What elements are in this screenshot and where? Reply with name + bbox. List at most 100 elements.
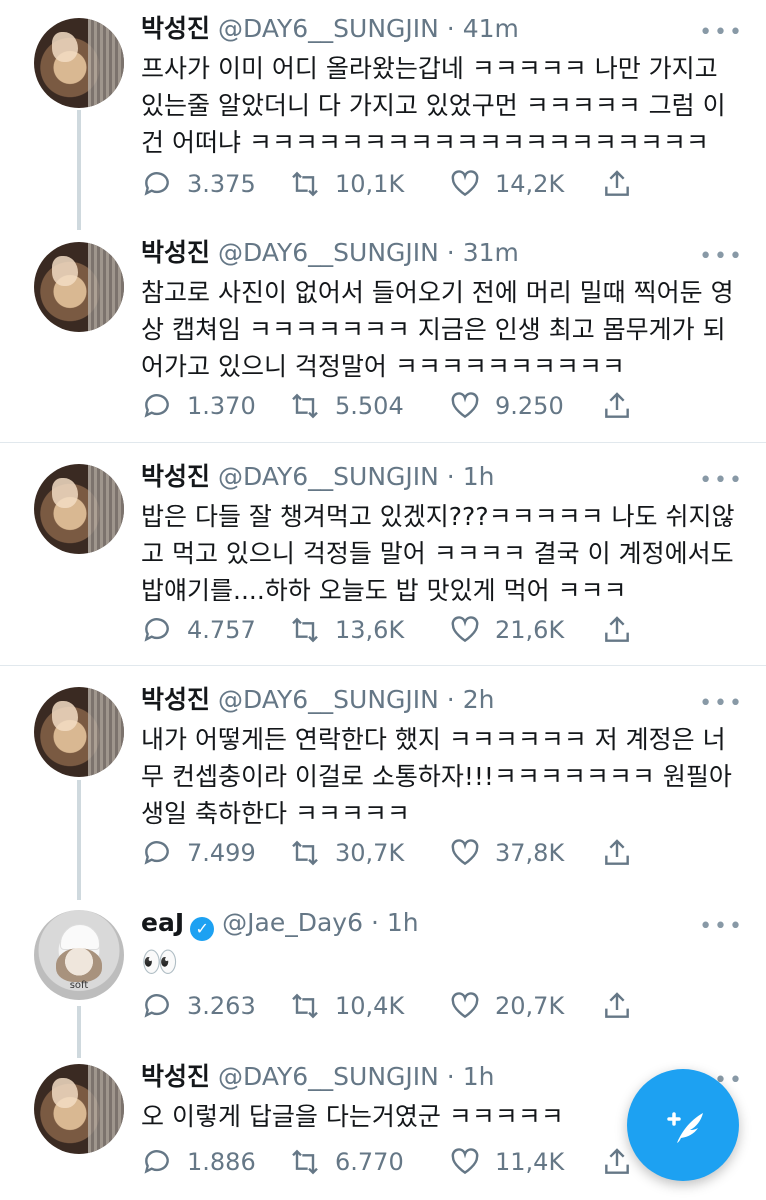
tweet[interactable]: 박성진 @DAY6__SUNGJIN · 2h ••• 내가 어떻게든 연락한다 … xyxy=(0,685,766,885)
display-name[interactable]: 박성진 xyxy=(141,14,210,43)
like-button[interactable]: 11,4K xyxy=(449,1144,564,1180)
like-icon xyxy=(451,839,479,866)
reply-button[interactable]: 3.375 xyxy=(141,166,256,202)
reply-button[interactable]: 1.886 xyxy=(141,1144,256,1180)
like-button[interactable]: 14,2K xyxy=(449,166,564,202)
tweet-text: 👀 xyxy=(141,945,179,980)
avatar[interactable]: soft xyxy=(34,910,124,1000)
reply-icon xyxy=(144,172,169,196)
share-icon xyxy=(605,1148,629,1174)
retweet-count: 13,6K xyxy=(335,616,405,644)
retweet-button[interactable]: 10,4K xyxy=(289,988,404,1024)
like-button[interactable]: 9.250 xyxy=(449,388,564,424)
like-icon xyxy=(451,616,479,643)
reply-count: 3.263 xyxy=(187,992,256,1020)
tweet-header: 박성진 @DAY6__SUNGJIN · 1h xyxy=(141,462,494,492)
more-icon[interactable]: ••• xyxy=(699,914,744,939)
like-count: 21,6K xyxy=(495,616,565,644)
retweet-button[interactable]: 30,7K xyxy=(289,835,404,871)
tweet-actions: 1.886 6.770 11,4K xyxy=(141,1144,661,1180)
like-icon xyxy=(451,992,479,1019)
avatar[interactable] xyxy=(34,18,124,108)
share-button[interactable] xyxy=(601,612,647,648)
timestamp: 41m xyxy=(462,14,519,43)
retweet-icon xyxy=(292,1149,318,1175)
share-button[interactable] xyxy=(601,388,647,424)
user-handle[interactable]: @DAY6__SUNGJIN · 31m xyxy=(218,238,519,267)
tweet[interactable]: 박성진 @DAY6__SUNGJIN · 31m ••• 참고로 사진이 없어서 … xyxy=(0,238,766,438)
tweet-header: 박성진 @DAY6__SUNGJIN · 31m xyxy=(141,238,519,268)
user-handle[interactable]: @DAY6__SUNGJIN · 41m xyxy=(218,14,519,43)
retweet-icon xyxy=(292,617,318,643)
compose-tweet-button[interactable] xyxy=(627,1069,739,1181)
reply-count: 3.375 xyxy=(187,170,256,198)
display-name[interactable]: 박성진 xyxy=(141,238,210,267)
tweet-actions: 3.263 10,4K 20,7K xyxy=(141,988,661,1024)
tweet-header: 박성진 @DAY6__SUNGJIN · 2h xyxy=(141,685,494,715)
retweet-count: 10,1K xyxy=(335,170,405,198)
timestamp: 31m xyxy=(462,238,519,267)
share-button[interactable] xyxy=(601,166,647,202)
display-name[interactable]: 박성진 xyxy=(141,1062,210,1091)
like-button[interactable]: 21,6K xyxy=(449,612,564,648)
more-icon[interactable]: ••• xyxy=(699,468,744,493)
reply-icon xyxy=(144,394,169,418)
tweet-header: 박성진 @DAY6__SUNGJIN · 41m xyxy=(141,14,519,44)
share-icon xyxy=(605,992,629,1018)
retweet-count: 6.770 xyxy=(335,1148,404,1176)
retweet-button[interactable]: 10,1K xyxy=(289,166,404,202)
timestamp: 1h xyxy=(462,462,495,491)
reply-button[interactable]: 1.370 xyxy=(141,388,256,424)
avatar[interactable] xyxy=(34,242,124,332)
avatar[interactable] xyxy=(34,1064,124,1154)
reply-button[interactable]: 3.263 xyxy=(141,988,256,1024)
retweet-icon xyxy=(292,840,318,866)
tweet-text: 프사가 이미 어디 올라왔는갑네 ㅋㅋㅋㅋㅋ 나만 가지고 있는줄 알았더니 다… xyxy=(141,54,726,157)
compose-tweet-icon xyxy=(667,1112,703,1143)
share-button[interactable] xyxy=(601,988,647,1024)
tweet[interactable]: 박성진 @DAY6__SUNGJIN · 1h ••• 밥은 다들 잘 챙겨먹고 … xyxy=(0,462,766,662)
share-button[interactable] xyxy=(601,835,647,871)
display-name[interactable]: 박성진 xyxy=(141,685,210,714)
like-count: 14,2K xyxy=(495,170,565,198)
more-icon[interactable]: ••• xyxy=(699,20,744,45)
retweet-button[interactable]: 5.504 xyxy=(289,388,404,424)
retweet-icon xyxy=(292,993,318,1019)
verified-badge-icon: ✓ xyxy=(190,917,215,941)
user-handle[interactable]: @Jae_Day6 · 1h xyxy=(222,908,418,937)
retweet-button[interactable]: 6.770 xyxy=(289,1144,404,1180)
retweet-count: 10,4K xyxy=(335,992,405,1020)
tweet-text: 내가 어떻게든 연락한다 했지 ㅋㅋㅋㅋㅋㅋ 저 계정은 너무 컨셉충이라 이걸… xyxy=(141,725,732,828)
display-name[interactable]: eaJ xyxy=(141,908,184,937)
like-icon xyxy=(451,170,479,197)
tweet[interactable]: 박성진 @DAY6__SUNGJIN · 41m ••• 프사가 이미 어디 올라… xyxy=(0,14,766,219)
user-handle[interactable]: @DAY6__SUNGJIN · 1h xyxy=(218,462,494,491)
tweet-header: 박성진 @DAY6__SUNGJIN · 1h xyxy=(141,1062,494,1092)
reply-icon xyxy=(144,994,169,1018)
reply-count: 4.757 xyxy=(187,616,256,644)
avatar[interactable] xyxy=(34,464,124,554)
avatar[interactable] xyxy=(34,687,124,777)
reply-button[interactable]: 7.499 xyxy=(141,835,256,871)
reply-count: 7.499 xyxy=(187,839,256,867)
like-count: 9.250 xyxy=(495,392,564,420)
display-name[interactable]: 박성진 xyxy=(141,462,210,491)
share-icon xyxy=(605,616,629,642)
tweet-text: 밥은 다들 잘 챙겨먹고 있겠지???ㅋㅋㅋㅋㅋ 나도 쉬지않고 먹고 있으니 … xyxy=(141,502,735,605)
retweet-icon xyxy=(292,171,318,197)
reply-count: 1.886 xyxy=(187,1148,256,1176)
like-button[interactable]: 20,7K xyxy=(449,988,564,1024)
reply-button[interactable]: 4.757 xyxy=(141,612,256,648)
tweet-actions: 7.499 30,7K 37,8K xyxy=(141,835,661,871)
more-icon[interactable]: ••• xyxy=(699,244,744,269)
tweet-text: 참고로 사진이 없어서 들어오기 전에 머리 밀때 찍어둔 영상 캡쳐임 ㅋㅋㅋ… xyxy=(141,278,734,381)
like-button[interactable]: 37,8K xyxy=(449,835,564,871)
tweet[interactable]: soft eaJ ✓ @Jae_Day6 · 1h ••• 👀 3.263 10,4… xyxy=(0,908,766,1038)
tweet-header: eaJ ✓ @Jae_Day6 · 1h xyxy=(141,908,419,941)
retweet-button[interactable]: 13,6K xyxy=(289,612,404,648)
avatar-caption: soft xyxy=(69,980,89,991)
user-handle[interactable]: @DAY6__SUNGJIN · 1h xyxy=(218,1062,494,1091)
user-handle[interactable]: @DAY6__SUNGJIN · 2h xyxy=(218,685,494,714)
more-icon[interactable]: ••• xyxy=(699,691,744,716)
tweet-divider xyxy=(0,665,766,666)
